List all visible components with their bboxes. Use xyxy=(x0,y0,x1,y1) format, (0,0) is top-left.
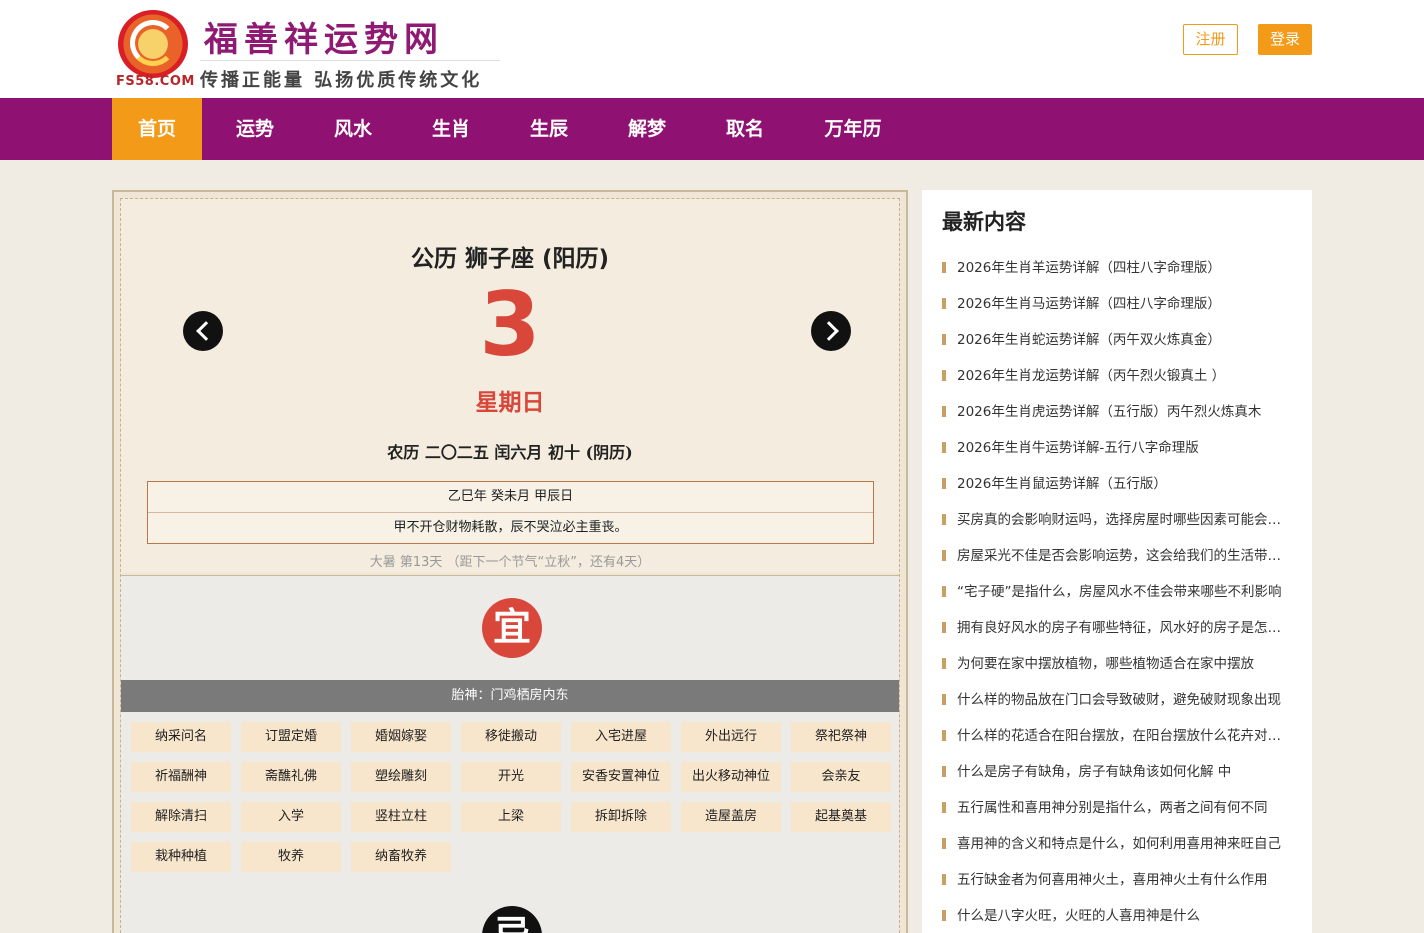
yi-activity-item: 竖柱立柱 xyxy=(351,802,451,832)
yi-activity-item: 纳采问名 xyxy=(131,722,231,752)
latest-sidebar: 最新内容 2026年生肖羊运势详解（四柱八字命理版） 2026年生肖马运势详解（四… xyxy=(922,190,1312,933)
site-slogan: 传播正能量 弘扬优质传统文化 xyxy=(200,70,483,91)
latest-article-link[interactable]: 2026年生肖鼠运势详解（五行版） xyxy=(942,466,1294,502)
ganzhi-text: 乙巳年 癸未月 甲辰日 xyxy=(148,482,873,513)
yi-activity-item: 开光 xyxy=(461,762,561,792)
yi-activity-item: 订盟定婚 xyxy=(241,722,341,752)
almanac-frame: 公历 狮子座 (阳历) 3 星期日 农历 二〇二五 闰六月 初十 (阴历) 乙巳… xyxy=(120,198,900,933)
latest-article-link[interactable]: 五行缺金者为何喜用神火土，喜用神火土有什么作用 xyxy=(942,862,1294,898)
site-title: 福善祥运势网 xyxy=(204,20,444,60)
nav-item-fortune[interactable]: 运势 xyxy=(202,98,308,160)
yi-activity-item: 出火移动神位 xyxy=(681,762,781,792)
register-button[interactable]: 注册 xyxy=(1183,24,1238,55)
latest-article-link[interactable]: 2026年生肖虎运势详解（五行版）丙午烈火炼真木 xyxy=(942,394,1294,430)
main-nav: 首页 运势 风水 生肖 生辰 解梦 取名 万年历 xyxy=(0,98,1424,160)
sidebar-title: 最新内容 xyxy=(942,210,1026,234)
date-section: 公历 狮子座 (阳历) 3 星期日 农历 二〇二五 闰六月 初十 (阴历) 乙巳… xyxy=(121,199,899,573)
yi-activity-item: 斋醮礼佛 xyxy=(241,762,341,792)
yi-activity-item: 移徙搬动 xyxy=(461,722,561,752)
taishen-bar: 胎神：门鸡栖房内东 xyxy=(121,680,899,712)
nav-item-home[interactable]: 首页 xyxy=(112,98,202,160)
latest-article-link[interactable]: 什么样的物品放在门口会导致破财，避免破财现象出现 xyxy=(942,682,1294,718)
logo-emblem-icon xyxy=(118,10,188,78)
yi-activity-item: 上梁 xyxy=(461,802,561,832)
nav-item-naming[interactable]: 取名 xyxy=(700,98,790,160)
nav-item-dream[interactable]: 解梦 xyxy=(594,98,700,160)
yi-activity-item: 安香安置神位 xyxy=(571,762,671,792)
latest-article-link[interactable]: “宅子硬”是指什么，房屋风水不佳会带来哪些不利影响 xyxy=(942,574,1294,610)
nav-item-calendar[interactable]: 万年历 xyxy=(790,98,916,160)
latest-article-link[interactable]: 房屋采光不佳是否会影响运势，这会给我们的生活带来什么 xyxy=(942,538,1294,574)
latest-article-link[interactable]: 2026年生肖马运势详解（四柱八字命理版） xyxy=(942,286,1294,322)
yi-badge: 宜 xyxy=(482,598,542,658)
yi-activity-item: 纳畜牧养 xyxy=(351,842,451,872)
logo-divider xyxy=(200,60,500,61)
yi-activity-item: 入学 xyxy=(241,802,341,832)
latest-list: 2026年生肖羊运势详解（四柱八字命理版） 2026年生肖马运势详解（四柱八字命理… xyxy=(942,250,1294,933)
pengzu-text: 甲不开仓财物耗散，辰不哭泣必主重丧。 xyxy=(393,520,628,535)
ji-badge: 忌 xyxy=(482,906,542,933)
site-header: FS58.COM 福善祥运势网 传播正能量 弘扬优质传统文化 注册 登录 xyxy=(0,0,1424,98)
latest-article-link[interactable]: 2026年生肖蛇运势详解（丙午双火炼真金） xyxy=(942,322,1294,358)
almanac-panel: 公历 狮子座 (阳历) 3 星期日 农历 二〇二五 闰六月 初十 (阴历) 乙巳… xyxy=(112,190,908,933)
latest-article-link[interactable]: 为何要在家中摆放植物，哪些植物适合在家中摆放 xyxy=(942,646,1294,682)
next-day-icon[interactable] xyxy=(811,311,851,351)
yi-activity-item: 入宅进屋 xyxy=(571,722,671,752)
yi-activity-item: 栽种种植 xyxy=(131,842,231,872)
lunar-date: 农历 二〇二五 闰六月 初十 (阴历) xyxy=(387,443,633,462)
login-button[interactable]: 登录 xyxy=(1258,24,1312,55)
latest-article-link[interactable]: 喜用神的含义和特点是什么，如何利用喜用神来旺自己 xyxy=(942,826,1294,862)
nav-item-fengshui[interactable]: 风水 xyxy=(308,98,398,160)
latest-article-link[interactable]: 什么样的花适合在阳台摆放，在阳台摆放什么花卉对家运好 xyxy=(942,718,1294,754)
latest-article-link[interactable]: 五行属性和喜用神分别是指什么，两者之间有何不同 xyxy=(942,790,1294,826)
latest-article-link[interactable]: 拥有良好风水的房子有哪些特征，风水好的房子是怎样的 xyxy=(942,610,1294,646)
yi-section: 宜 胎神：门鸡栖房内东 纳采问名 订盟定婚 婚姻嫁娶 移徙搬动 入宅进屋 外出远行 祭祀祭神… xyxy=(121,575,899,933)
yi-activity-item: 牧养 xyxy=(241,842,341,872)
nav-item-zodiac[interactable]: 生肖 xyxy=(398,98,504,160)
latest-article-link[interactable]: 什么是八字火旺，火旺的人喜用神是什么 xyxy=(942,898,1294,933)
yi-activity-item: 会亲友 xyxy=(791,762,891,792)
latest-article-link[interactable]: 2026年生肖龙运势详解（丙午烈火锻真土 ） xyxy=(942,358,1294,394)
yi-activity-item: 外出远行 xyxy=(681,722,781,752)
ganzhi-box: 乙巳年 癸未月 甲辰日 甲不开仓财物耗散，辰不哭泣必主重丧。 xyxy=(147,481,874,544)
latest-article-link[interactable]: 2026年生肖牛运势详解-五行八字命理版 xyxy=(942,430,1294,466)
latest-article-link[interactable]: 什么是房子有缺角，房子有缺角该如何化解 中 xyxy=(942,754,1294,790)
latest-article-link[interactable]: 2026年生肖羊运势详解（四柱八字命理版） xyxy=(942,250,1294,286)
yi-activity-item: 造屋盖房 xyxy=(681,802,781,832)
site-logo[interactable]: FS58.COM 福善祥运势网 传播正能量 弘扬优质传统文化 xyxy=(112,6,504,94)
yi-activity-item: 婚姻嫁娶 xyxy=(351,722,451,752)
weekday: 星期日 xyxy=(475,390,545,416)
logo-domain: FS58.COM xyxy=(116,74,195,89)
yi-activity-item: 解除清扫 xyxy=(131,802,231,832)
yi-activity-item: 祭祀祭神 xyxy=(791,722,891,752)
day-number: 3 xyxy=(479,273,541,376)
solar-heading: 公历 狮子座 (阳历) xyxy=(410,246,610,272)
solar-term-info: 大暑 第13天 （距下一个节气“立秋”，还有4天） xyxy=(369,555,651,570)
yi-activity-item: 拆卸拆除 xyxy=(571,802,671,832)
yi-activity-item: 塑绘雕刻 xyxy=(351,762,451,792)
yi-activity-item: 祈福酬神 xyxy=(131,762,231,792)
nav-item-birthday[interactable]: 生辰 xyxy=(504,98,594,160)
latest-article-link[interactable]: 买房真的会影响财运吗，选择房屋时哪些因素可能会影响财运 xyxy=(942,502,1294,538)
yi-activity-item: 起基奠基 xyxy=(791,802,891,832)
